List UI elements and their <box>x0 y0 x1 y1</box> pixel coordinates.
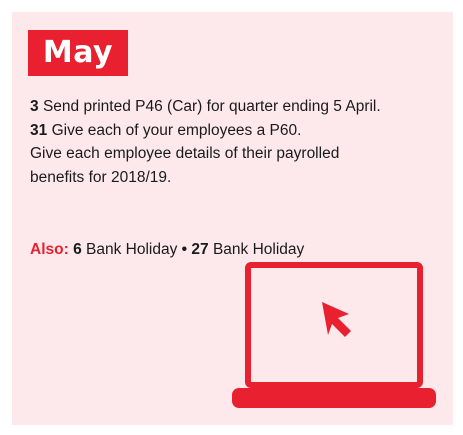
holiday-text: Bank Holiday <box>212 241 305 258</box>
cursor-arrow-icon <box>322 302 351 337</box>
also-holidays: Also: 6 Bank Holiday • 27 Bank Holiday <box>30 238 304 262</box>
holiday-day: 6 <box>73 241 82 258</box>
laptop-base <box>232 388 436 408</box>
holiday-text: Bank Holiday <box>86 241 178 258</box>
entries-list: 3 Send printed P46 (Car) for quarter end… <box>30 95 450 189</box>
calendar-month-panel: May 3 Send printed P46 (Car) for quarter… <box>12 12 453 425</box>
holiday-day: 27 <box>191 241 209 258</box>
also-label: Also: <box>30 241 69 258</box>
entry-item: 31 Give each of your employees a P60. <box>30 119 450 143</box>
entry-day: 31 <box>30 121 48 139</box>
laptop-with-cursor-icon <box>232 262 436 408</box>
entry-text: Give each employee details of their payr… <box>30 145 340 186</box>
entry-text: Give each of your employees a P60. <box>51 121 302 139</box>
entry-item: 3 Send printed P46 (Car) for quarter end… <box>30 95 450 119</box>
holiday-separator: • <box>181 241 188 258</box>
entry-text: Send printed P46 (Car) for quarter endin… <box>42 98 381 115</box>
month-heading: May <box>28 30 128 76</box>
entry-day: 3 <box>30 98 39 115</box>
entry-item: Give each employee details of their payr… <box>30 142 360 189</box>
